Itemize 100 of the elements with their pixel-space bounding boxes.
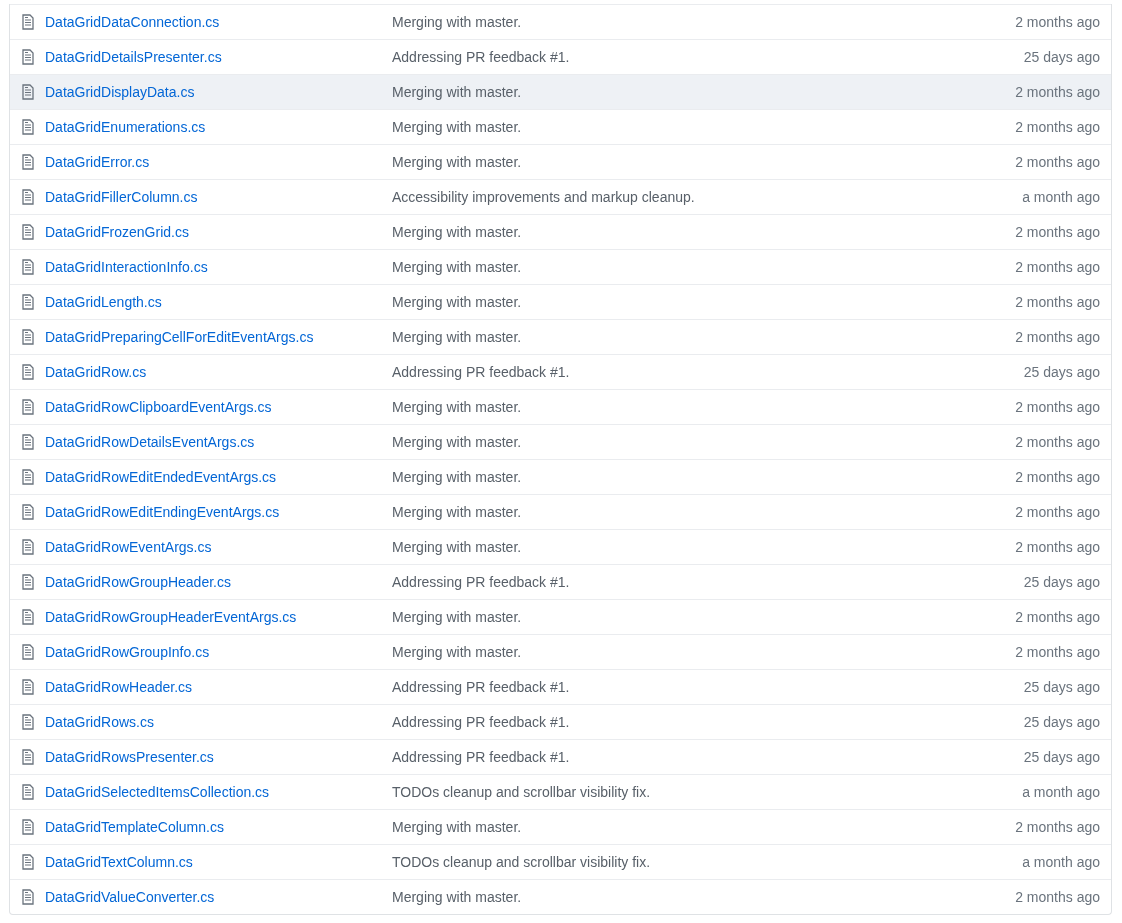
file-icon [22, 679, 34, 695]
file-name-link[interactable]: DataGridRowGroupHeader.cs [45, 574, 392, 590]
file-row[interactable]: DataGridRowEditEndedEventArgs.cs Merging with master. 2 months ago [10, 459, 1111, 494]
file-row[interactable]: DataGridRowHeader.cs Addressing PR feedback #1. 25 days ago [10, 669, 1111, 704]
file-name-link[interactable]: DataGridRowsPresenter.cs [45, 749, 392, 765]
file-row[interactable]: DataGridInteractionInfo.cs Merging with master. 2 months ago [10, 249, 1111, 284]
file-name-link[interactable]: DataGridRowEventArgs.cs [45, 539, 392, 555]
file-name-link[interactable]: DataGridFrozenGrid.cs [45, 224, 392, 240]
commit-age: 25 days ago [1023, 749, 1100, 765]
file-row[interactable]: DataGridSelectedItemsCollection.cs TODOs cleanup and scrollbar visibility fix. a month ago [10, 774, 1111, 809]
file-icon [22, 854, 34, 870]
file-icon [22, 119, 34, 135]
commit-message-link[interactable]: Merging with master. [392, 434, 1016, 450]
file-row[interactable]: DataGridRowEventArgs.cs Merging with master. 2 months ago [10, 529, 1111, 564]
file-name-link[interactable]: DataGridRowGroupHeaderEventArgs.cs [45, 609, 392, 625]
file-row[interactable]: DataGridTemplateColumn.cs Merging with master. 2 months ago [10, 809, 1111, 844]
file-row[interactable]: DataGridRowGroupHeaderEventArgs.cs Merging with master. 2 months ago [10, 599, 1111, 634]
commit-message-link[interactable]: Merging with master. [392, 469, 1016, 485]
file-name-link[interactable]: DataGridRows.cs [45, 714, 392, 730]
file-row[interactable]: DataGridDisplayData.cs Merging with master. 2 months ago [10, 74, 1111, 109]
file-name-link[interactable]: DataGridValueConverter.cs [45, 889, 392, 905]
file-row[interactable]: DataGridDataConnection.cs Merging with master. 2 months ago [10, 4, 1111, 39]
file-row[interactable]: DataGridValueConverter.cs Merging with master. 2 months ago [10, 879, 1111, 914]
file-name-link[interactable]: DataGridDisplayData.cs [45, 84, 392, 100]
file-row[interactable]: DataGridRowGroupInfo.cs Merging with master. 2 months ago [10, 634, 1111, 669]
file-row[interactable]: DataGridRowGroupHeader.cs Addressing PR feedback #1. 25 days ago [10, 564, 1111, 599]
file-name-link[interactable]: DataGridFillerColumn.cs [45, 189, 392, 205]
commit-message-link[interactable]: Merging with master. [392, 154, 1016, 170]
file-row[interactable]: DataGridPreparingCellForEditEventArgs.cs Merging with master. 2 months ago [10, 319, 1111, 354]
commit-message-link[interactable]: Accessibility improvements and markup cleanup. [392, 189, 1023, 205]
file-row[interactable]: DataGridError.cs Merging with master. 2 months ago [10, 144, 1111, 179]
file-row[interactable]: DataGridFrozenGrid.cs Merging with master. 2 months ago [10, 214, 1111, 249]
commit-message-link[interactable]: Addressing PR feedback #1. [392, 679, 1024, 695]
file-icon [22, 714, 34, 730]
commit-message-link[interactable]: Merging with master. [392, 644, 1016, 660]
file-row[interactable]: DataGridEnumerations.cs Merging with master. 2 months ago [10, 109, 1111, 144]
commit-message-link[interactable]: Merging with master. [392, 399, 1016, 415]
file-icon [22, 784, 34, 800]
file-row[interactable]: DataGridTextColumn.cs TODOs cleanup and scrollbar visibility fix. a month ago [10, 844, 1111, 879]
commit-message-link[interactable]: Addressing PR feedback #1. [392, 714, 1024, 730]
commit-message-link[interactable]: Merging with master. [392, 259, 1016, 275]
commit-age: 2 months ago [1015, 609, 1100, 625]
commit-age: 2 months ago [1015, 294, 1100, 310]
commit-message-link[interactable]: Merging with master. [392, 609, 1016, 625]
file-row[interactable]: DataGridRowEditEndingEventArgs.cs Merging with master. 2 months ago [10, 494, 1111, 529]
file-icon [22, 259, 34, 275]
commit-message-link[interactable]: Merging with master. [392, 504, 1016, 520]
commit-message-link[interactable]: Merging with master. [392, 329, 1016, 345]
commit-age: 25 days ago [1023, 679, 1100, 695]
file-icon [22, 819, 34, 835]
commit-age: 2 months ago [1015, 819, 1100, 835]
file-name-link[interactable]: DataGridRowClipboardEventArgs.cs [45, 399, 392, 415]
file-name-link[interactable]: DataGridRowHeader.cs [45, 679, 392, 695]
file-icon [22, 224, 34, 240]
file-row[interactable]: DataGridRow.cs Addressing PR feedback #1. 25 days ago [10, 354, 1111, 389]
commit-message-link[interactable]: Merging with master. [392, 819, 1016, 835]
file-name-link[interactable]: DataGridRow.cs [45, 364, 392, 380]
file-name-link[interactable]: DataGridError.cs [45, 154, 392, 170]
file-icon [22, 609, 34, 625]
file-name-link[interactable]: DataGridTemplateColumn.cs [45, 819, 392, 835]
commit-message-link[interactable]: Merging with master. [392, 84, 1016, 100]
commit-message-link[interactable]: Merging with master. [392, 539, 1016, 555]
file-row[interactable]: DataGridRows.cs Addressing PR feedback #1. 25 days ago [10, 704, 1111, 739]
file-name-link[interactable]: DataGridDetailsPresenter.cs [45, 49, 392, 65]
file-icon [22, 364, 34, 380]
commit-message-link[interactable]: Addressing PR feedback #1. [392, 749, 1024, 765]
file-row[interactable]: DataGridLength.cs Merging with master. 2 months ago [10, 284, 1111, 319]
commit-message-link[interactable]: Addressing PR feedback #1. [392, 574, 1024, 590]
commit-age: 2 months ago [1015, 504, 1100, 520]
file-name-link[interactable]: DataGridInteractionInfo.cs [45, 259, 392, 275]
file-row[interactable]: DataGridFillerColumn.cs Accessibility improvements and markup cleanup. a month ago [10, 179, 1111, 214]
commit-age: 2 months ago [1015, 539, 1100, 555]
commit-message-link[interactable]: Merging with master. [392, 294, 1016, 310]
file-name-link[interactable]: DataGridSelectedItemsCollection.cs [45, 784, 392, 800]
file-name-link[interactable]: DataGridTextColumn.cs [45, 854, 392, 870]
commit-message-link[interactable]: Merging with master. [392, 119, 1016, 135]
commit-age: 2 months ago [1015, 399, 1100, 415]
file-icon [22, 889, 34, 905]
file-name-link[interactable]: DataGridRowDetailsEventArgs.cs [45, 434, 392, 450]
file-name-link[interactable]: DataGridLength.cs [45, 294, 392, 310]
commit-message-link[interactable]: TODOs cleanup and scrollbar visibility fix. [392, 784, 1023, 800]
file-name-link[interactable]: DataGridPreparingCellForEditEventArgs.cs [45, 329, 392, 345]
file-name-link[interactable]: DataGridRowEditEndedEventArgs.cs [45, 469, 392, 485]
file-row[interactable]: DataGridRowClipboardEventArgs.cs Merging with master. 2 months ago [10, 389, 1111, 424]
file-name-link[interactable]: DataGridRowGroupInfo.cs [45, 644, 392, 660]
commit-message-link[interactable]: TODOs cleanup and scrollbar visibility fix. [392, 854, 1023, 870]
commit-age: 2 months ago [1015, 84, 1100, 100]
file-name-link[interactable]: DataGridDataConnection.cs [45, 14, 392, 30]
commit-message-link[interactable]: Addressing PR feedback #1. [392, 49, 1024, 65]
commit-message-link[interactable]: Merging with master. [392, 224, 1016, 240]
file-row[interactable]: DataGridRowsPresenter.cs Addressing PR feedback #1. 25 days ago [10, 739, 1111, 774]
commit-message-link[interactable]: Merging with master. [392, 889, 1016, 905]
file-row[interactable]: DataGridRowDetailsEventArgs.cs Merging with master. 2 months ago [10, 424, 1111, 459]
commit-age: 2 months ago [1015, 644, 1100, 660]
commit-age: 2 months ago [1015, 434, 1100, 450]
commit-message-link[interactable]: Addressing PR feedback #1. [392, 364, 1024, 380]
file-name-link[interactable]: DataGridEnumerations.cs [45, 119, 392, 135]
commit-age: 2 months ago [1015, 259, 1100, 275]
file-name-link[interactable]: DataGridRowEditEndingEventArgs.cs [45, 504, 392, 520]
commit-message-link[interactable]: Merging with master. [392, 14, 1016, 30]
